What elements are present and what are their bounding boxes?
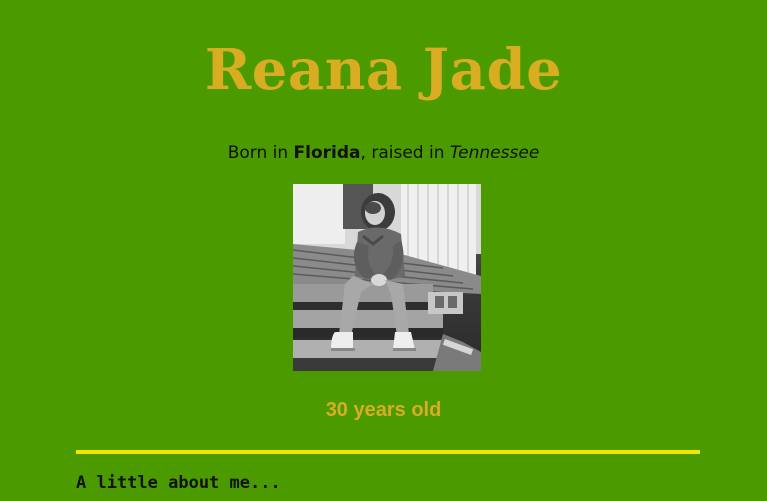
birth-place: Florida — [293, 143, 361, 163]
photo-cinder-block — [428, 292, 463, 314]
profile-page: Reana Jade Born in Florida, raised in Te… — [0, 0, 767, 501]
age-label: 30 years old — [325, 399, 442, 421]
photo-step-1-shadow — [293, 302, 433, 310]
page-title: Reana Jade — [204, 37, 563, 103]
photo-step-3 — [293, 340, 448, 358]
profile-photo-illustration — [293, 184, 481, 371]
origin-line: Born in Florida, raised in Tennessee — [0, 143, 767, 163]
photo-rubble — [433, 334, 481, 371]
photo-step-2 — [293, 310, 443, 328]
photo-door-left — [293, 184, 345, 244]
raised-place: Tennessee — [449, 143, 540, 163]
section-divider — [76, 450, 700, 454]
profile-photo — [293, 184, 481, 371]
origin-prefix: Born in — [227, 143, 294, 163]
about-heading: A little about me... — [76, 473, 281, 493]
origin-middle: , raised in — [360, 143, 450, 163]
photo-step-2-shadow — [293, 328, 443, 338]
